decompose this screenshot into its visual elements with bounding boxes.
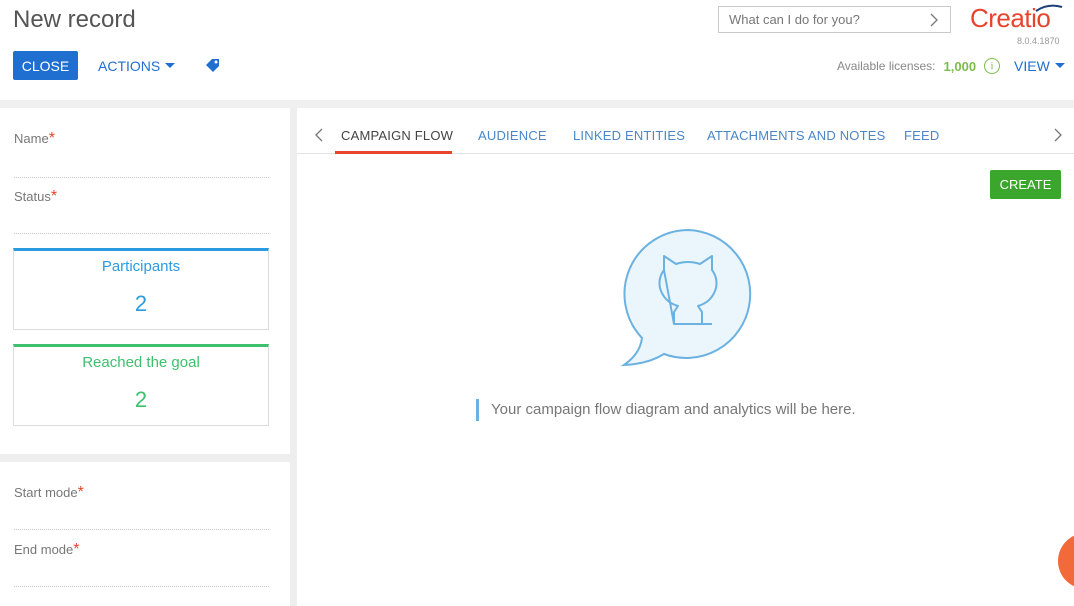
detail-panel: CAMPAIGN FLOW AUDIENCE LINKED ENTITIES A… <box>297 108 1074 606</box>
status-label: Status <box>14 189 51 204</box>
end-mode-field[interactable]: End mode* <box>14 541 269 587</box>
tab-audience[interactable]: AUDIENCE <box>478 128 547 143</box>
close-button[interactable]: CLOSE <box>13 51 78 80</box>
header-separator <box>0 100 1074 108</box>
page-title: New record <box>13 6 136 33</box>
chevron-right-icon[interactable] <box>1053 128 1063 142</box>
view-button[interactable]: VIEW <box>1014 51 1065 80</box>
tag-icon[interactable] <box>204 57 222 75</box>
start-mode-label: Start mode <box>14 485 78 500</box>
tab-feed[interactable]: FEED <box>904 128 939 143</box>
active-tab-indicator <box>335 151 452 154</box>
participants-metric[interactable]: Participants 2 <box>13 248 269 330</box>
caret-down-icon <box>1054 63 1065 68</box>
creatio-logo: Creatio <box>970 3 1066 35</box>
required-marker: * <box>50 188 58 205</box>
tab-campaign-flow[interactable]: CAMPAIGN FLOW <box>341 128 453 143</box>
reached-goal-metric[interactable]: Reached the goal 2 <box>13 344 269 426</box>
name-field[interactable]: Name* <box>14 130 269 178</box>
start-mode-field[interactable]: Start mode* <box>14 484 269 530</box>
start-mode-input[interactable] <box>14 529 269 530</box>
mode-panel: Start mode* End mode* <box>0 462 290 606</box>
github-cat-icon <box>620 228 752 367</box>
licenses-indicator: Available licenses: 1,000 i <box>837 58 1001 74</box>
metric-title: Reached the goal <box>82 354 200 371</box>
page-header: New record CLOSE ACTIONS What can I do f… <box>0 0 1074 100</box>
status-input[interactable] <box>14 233 269 234</box>
tab-bar: CAMPAIGN FLOW AUDIENCE LINKED ENTITIES A… <box>297 108 1074 154</box>
name-label: Name <box>14 131 49 146</box>
view-label: VIEW <box>1014 57 1050 74</box>
chevron-right-icon[interactable] <box>928 13 940 27</box>
name-input[interactable] <box>14 177 269 178</box>
version-label: 8.0.4.1870 <box>1017 36 1060 46</box>
end-mode-input[interactable] <box>14 586 269 587</box>
actions-label: ACTIONS <box>98 57 161 74</box>
chevron-left-icon[interactable] <box>314 128 324 142</box>
status-field[interactable]: Status* <box>14 188 269 235</box>
empty-state-message: Your campaign flow diagram and analytics… <box>476 399 856 421</box>
logo-swoosh <box>1035 4 1063 12</box>
main-info-panel: Name* Status* Participants 2 Reached the… <box>0 108 290 454</box>
create-button[interactable]: CREATE <box>990 170 1061 199</box>
required-marker: * <box>77 484 84 501</box>
tab-attachments-and-notes[interactable]: ATTACHMENTS AND NOTES <box>707 128 886 143</box>
info-icon[interactable]: i <box>984 58 1001 74</box>
required-marker: * <box>73 541 80 558</box>
metric-title: Participants <box>101 258 181 275</box>
metric-value: 2 <box>134 291 148 316</box>
actions-button[interactable]: ACTIONS <box>98 51 176 80</box>
licenses-label: Available licenses: <box>837 59 936 73</box>
metric-value: 2 <box>134 387 148 412</box>
licenses-value: 1,000 <box>943 58 977 74</box>
command-search-input[interactable]: What can I do for you? <box>718 6 951 33</box>
search-placeholder: What can I do for you? <box>729 12 860 27</box>
caret-down-icon <box>165 63 176 68</box>
end-mode-label: End mode <box>14 542 74 557</box>
required-marker: * <box>48 130 55 147</box>
tab-linked-entities[interactable]: LINKED ENTITIES <box>573 128 685 143</box>
